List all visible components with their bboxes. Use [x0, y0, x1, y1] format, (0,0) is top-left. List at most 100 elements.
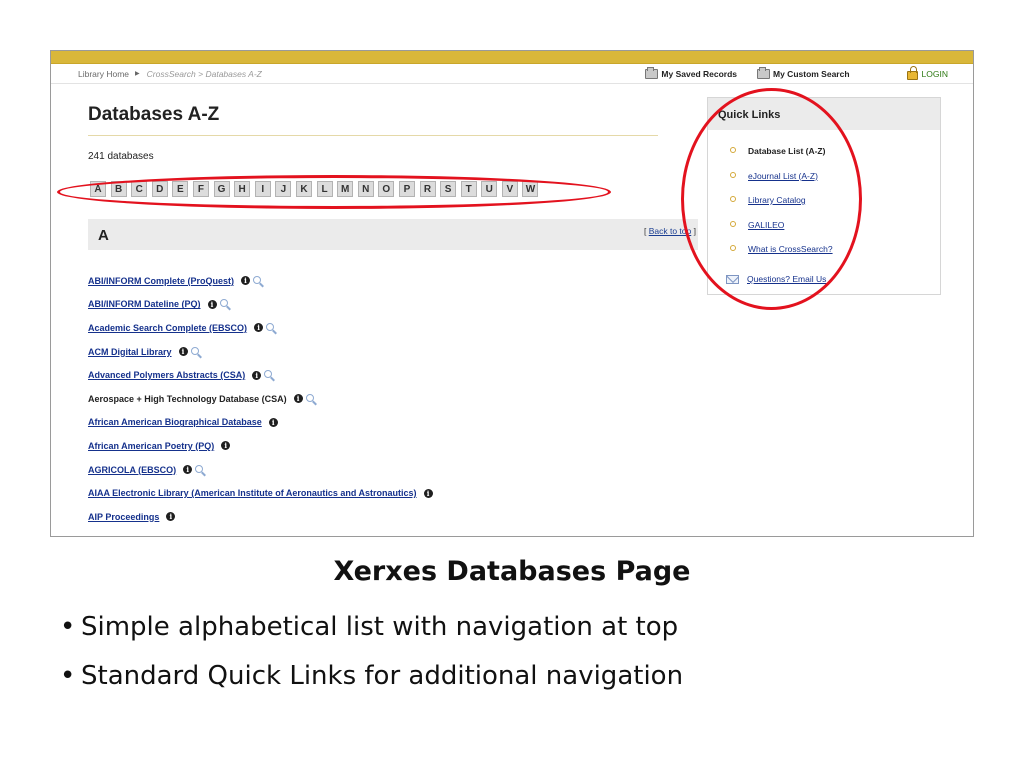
- custom-search-link[interactable]: My Custom Search: [757, 66, 850, 79]
- info-icon[interactable]: i: [178, 347, 188, 357]
- database-link[interactable]: ABI/INFORM Dateline (PQ): [88, 299, 201, 309]
- bullet-circle-icon: [730, 171, 736, 178]
- info-icon[interactable]: i: [268, 417, 278, 427]
- search-icon[interactable]: [219, 299, 228, 308]
- quick-link[interactable]: Database List (A-Z): [748, 146, 825, 156]
- letter-p-button[interactable]: P: [398, 181, 415, 197]
- quick-link[interactable]: GALILEO: [748, 220, 784, 230]
- search-icon[interactable]: [264, 370, 273, 379]
- database-link[interactable]: ABI/INFORM Complete (ProQuest): [88, 276, 234, 286]
- bullet-circle-icon: [730, 220, 736, 227]
- database-link[interactable]: African American Poetry (PQ): [88, 441, 214, 451]
- database-link[interactable]: Academic Search Complete (EBSCO): [88, 323, 247, 333]
- info-icon[interactable]: i: [254, 323, 264, 333]
- email-us-link[interactable]: Questions? Email Us: [726, 274, 826, 284]
- quick-link-item: Database List (A-Z): [730, 146, 833, 171]
- title-divider: [88, 135, 658, 136]
- database-link[interactable]: African American Biographical Database: [88, 417, 262, 427]
- section-header: A [ Back to top ]: [88, 219, 698, 250]
- database-link[interactable]: Aerospace + High Technology Database (CS…: [88, 394, 287, 404]
- toolbar: My Saved Records My Custom Search LOGIN: [645, 64, 973, 83]
- breadcrumb-path: CrossSearch > Databases A-Z: [146, 68, 262, 79]
- nav-bar: Library Home ▶ CrossSearch > Databases A…: [51, 64, 973, 84]
- info-icon[interactable]: i: [423, 488, 433, 498]
- mail-icon: [726, 274, 739, 284]
- bullet-dot: •: [60, 612, 76, 642]
- bullet-circle-icon: [730, 196, 736, 202]
- list-item: AGRICOLA (EBSCO) i: [88, 458, 433, 482]
- letter-l-button[interactable]: L: [316, 181, 333, 197]
- letter-k-button[interactable]: K: [295, 181, 312, 197]
- letter-r-button[interactable]: R: [419, 181, 436, 197]
- letter-j-button[interactable]: J: [275, 181, 292, 197]
- search-icon[interactable]: [253, 275, 262, 284]
- quick-link[interactable]: Library Catalog: [748, 195, 806, 205]
- letter-g-button[interactable]: G: [213, 181, 230, 197]
- info-icon[interactable]: i: [221, 441, 231, 451]
- search-icon[interactable]: [305, 393, 314, 402]
- letter-a-button[interactable]: A: [90, 181, 106, 197]
- lock-icon: [906, 66, 918, 80]
- letter-o-button[interactable]: O: [378, 181, 395, 197]
- letter-s-button[interactable]: S: [440, 181, 457, 197]
- breadcrumb: Library Home ▶ CrossSearch > Databases A…: [78, 69, 262, 79]
- breadcrumb-home-link[interactable]: Library Home: [78, 69, 129, 79]
- database-link[interactable]: Advanced Polymers Abstracts (CSA): [88, 370, 245, 380]
- letter-m-button[interactable]: M: [337, 181, 354, 197]
- letter-d-button[interactable]: D: [151, 181, 168, 197]
- list-item: Advanced Polymers Abstracts (CSA) i: [88, 363, 433, 387]
- login-link[interactable]: LOGIN: [906, 66, 948, 80]
- custom-search-label: My Custom Search: [773, 68, 850, 79]
- list-item: AIAA Electronic Library (American Instit…: [88, 481, 433, 505]
- email-us-label: Questions? Email Us: [747, 274, 827, 284]
- letter-t-button[interactable]: T: [460, 181, 477, 197]
- database-link[interactable]: AIP Proceedings: [88, 512, 159, 522]
- list-item: Academic Search Complete (EBSCO) i: [88, 316, 433, 340]
- info-icon[interactable]: i: [166, 512, 176, 522]
- quick-link[interactable]: What is CrossSearch?: [748, 244, 833, 254]
- database-count: 241 databases: [88, 151, 154, 162]
- slide-bullet-text: Standard Quick Links for additional navi…: [81, 661, 684, 691]
- list-item: African American Poetry (PQ) i: [88, 434, 433, 458]
- login-label: LOGIN: [921, 68, 948, 79]
- quick-links-list: Database List (A-Z) eJournal List (A-Z) Li…: [730, 146, 833, 269]
- slide-bullet-text: Simple alphabetical list with navigation…: [81, 612, 679, 642]
- database-link[interactable]: ACM Digital Library: [88, 347, 172, 357]
- breadcrumb-arrow-icon: ▶: [135, 71, 140, 77]
- bracket-open: [: [643, 226, 647, 236]
- bullet-dot: •: [60, 661, 76, 691]
- back-to-top: [ Back to top ]: [644, 226, 696, 236]
- database-list: ABI/INFORM Complete (ProQuest) i ABI/INFOR…: [88, 269, 433, 529]
- quick-link-item: What is CrossSearch?: [730, 244, 833, 269]
- info-icon[interactable]: i: [293, 394, 303, 404]
- page-title: Databases A-Z: [88, 104, 220, 125]
- search-icon[interactable]: [266, 322, 275, 331]
- list-item: AIP Proceedings i: [88, 505, 433, 529]
- top-banner: [51, 51, 973, 64]
- database-link[interactable]: AGRICOLA (EBSCO): [88, 465, 176, 475]
- info-icon[interactable]: i: [252, 370, 262, 380]
- letter-f-button[interactable]: F: [192, 181, 209, 197]
- letter-h-button[interactable]: H: [234, 181, 251, 197]
- info-icon[interactable]: i: [241, 276, 251, 286]
- info-icon[interactable]: i: [183, 465, 193, 475]
- info-icon[interactable]: i: [207, 299, 217, 309]
- list-item: ACM Digital Library i: [88, 340, 433, 364]
- letter-w-button[interactable]: W: [522, 181, 539, 197]
- alphabet-nav: ABCDEFGHIJKLMNOPRSTUVW: [90, 181, 543, 197]
- letter-c-button[interactable]: C: [131, 181, 148, 197]
- letter-b-button[interactable]: B: [110, 181, 127, 197]
- search-icon[interactable]: [195, 464, 204, 473]
- database-link[interactable]: AIAA Electronic Library (American Instit…: [88, 488, 417, 498]
- bullet-circle-icon: [730, 245, 736, 251]
- letter-e-button[interactable]: E: [172, 181, 189, 197]
- search-icon[interactable]: [190, 346, 199, 355]
- letter-v-button[interactable]: V: [501, 181, 518, 197]
- letter-i-button[interactable]: I: [254, 181, 271, 197]
- letter-u-button[interactable]: U: [481, 181, 498, 197]
- quick-link[interactable]: eJournal List (A-Z): [748, 171, 818, 181]
- letter-n-button[interactable]: N: [357, 181, 374, 197]
- back-to-top-link[interactable]: Back to top: [649, 226, 692, 236]
- saved-records-link[interactable]: My Saved Records: [645, 66, 737, 79]
- slide-bullet: • Simple alphabetical list with navigatio…: [60, 612, 683, 661]
